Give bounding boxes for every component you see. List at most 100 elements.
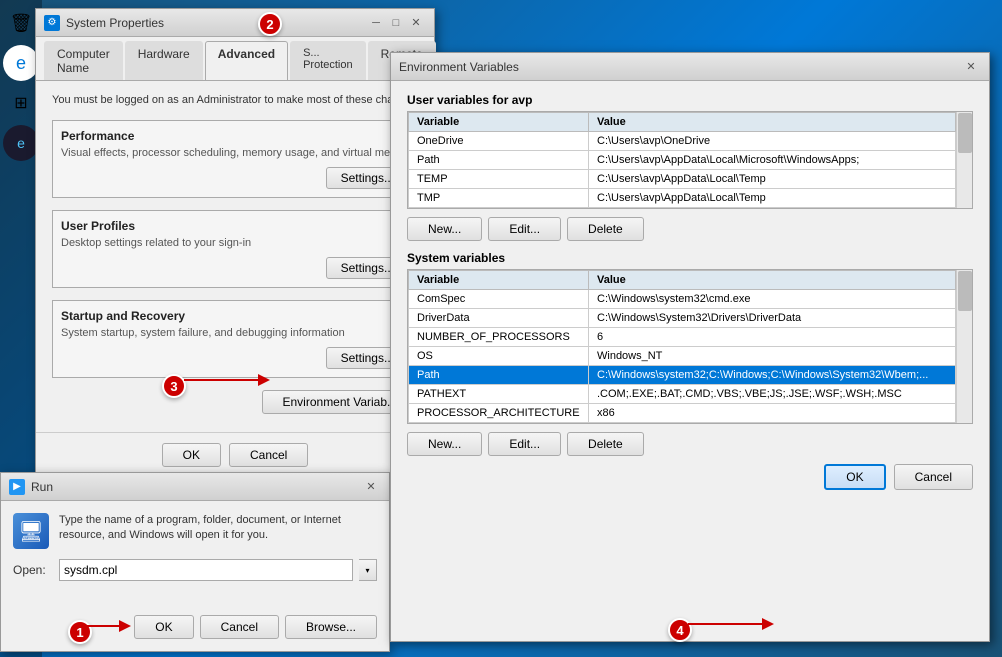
system-var-row[interactable]: ComSpecC:\Windows\system32\cmd.exe	[409, 290, 956, 309]
env-var-row: Environment Variab...	[52, 390, 418, 414]
run-ok-button[interactable]: OK	[134, 615, 193, 639]
microsoft-icon[interactable]: ⊞	[3, 85, 39, 121]
env-dialog-title: Environment Variables	[399, 60, 961, 74]
system-var-row[interactable]: PATHEXT.COM;.EXE;.BAT;.CMD;.VBS;.VBE;JS;…	[409, 385, 956, 404]
user-profiles-title: User Profiles	[61, 219, 409, 233]
env-dialog-content: User variables for avp Variable Value On…	[391, 81, 989, 502]
admin-info-text: You must be logged on as an Administrato…	[52, 93, 418, 108]
performance-section: Performance Visual effects, processor sc…	[52, 120, 418, 198]
user-var-row[interactable]: TEMPC:\Users\avp\AppData\Local\Temp	[409, 170, 956, 189]
user-edit-button[interactable]: Edit...	[488, 217, 561, 241]
user-var-variable: Path	[409, 151, 589, 170]
system-var-row[interactable]: OSWindows_NT	[409, 347, 956, 366]
sys-ok-button[interactable]: OK	[162, 443, 221, 467]
user-new-button[interactable]: New...	[407, 217, 482, 241]
minimize-button[interactable]: ─	[366, 13, 386, 33]
recycle-bin-icon[interactable]: 🗑	[3, 5, 39, 41]
user-val-col-header: Value	[589, 113, 956, 132]
user-vars-scrollbar[interactable]	[956, 112, 972, 208]
user-var-value: C:\Users\avp\AppData\Local\Microsoft\Win…	[589, 151, 956, 170]
user-vars-scrollbar-thumb[interactable]	[958, 113, 972, 153]
system-vars-scrollbar-thumb[interactable]	[958, 271, 972, 311]
edge-icon[interactable]: e	[3, 45, 39, 81]
env-ok-button[interactable]: OK	[824, 464, 885, 490]
system-var-value: C:\Windows\System32\Drivers\DriverData	[589, 309, 956, 328]
user-vars-label: User variables for avp	[407, 93, 973, 107]
arrow-3	[184, 369, 274, 391]
env-cancel-button[interactable]: Cancel	[894, 464, 973, 490]
sys-cancel-button[interactable]: Cancel	[229, 443, 308, 467]
environment-variables-dialog: Environment Variables ✕ User variables f…	[390, 52, 990, 642]
user-var-row[interactable]: PathC:\Users\avp\AppData\Local\Microsoft…	[409, 151, 956, 170]
run-browse-button[interactable]: Browse...	[285, 615, 377, 639]
user-var-value: C:\Users\avp\AppData\Local\Temp	[589, 170, 956, 189]
run-close-button[interactable]: ✕	[361, 477, 381, 497]
arrow-4	[688, 613, 778, 635]
run-top-section: 🖥 Type the name of a program, folder, do…	[13, 513, 377, 549]
sys-properties-titlebar[interactable]: ⚙ System Properties ─ □ ✕	[36, 9, 434, 37]
user-vars-table: Variable Value OneDriveC:\Users\avp\OneD…	[408, 112, 956, 208]
tab-computer-name[interactable]: Computer Name	[44, 41, 123, 80]
system-vars-table: Variable Value ComSpecC:\Windows\system3…	[408, 270, 956, 423]
edge2-icon[interactable]: e	[3, 125, 39, 161]
system-var-row[interactable]: PathC:\Windows\system32;C:\Windows;C:\Wi…	[409, 366, 956, 385]
arrow-1	[85, 615, 135, 637]
env-close-button[interactable]: ✕	[961, 57, 981, 77]
system-var-variable: PATHEXT	[409, 385, 589, 404]
tab-bar: Computer Name Hardware Advanced S... Pro…	[36, 37, 434, 81]
system-vars-label: System variables	[407, 251, 973, 265]
run-open-input[interactable]	[59, 559, 353, 581]
sys-var-col-header: Variable	[409, 271, 589, 290]
system-vars-table-container: Variable Value ComSpecC:\Windows\system3…	[408, 270, 956, 423]
system-vars-scrollbar[interactable]	[956, 270, 972, 423]
user-var-value: C:\Users\avp\OneDrive	[589, 132, 956, 151]
performance-desc: Visual effects, processor scheduling, me…	[61, 147, 409, 159]
user-delete-button[interactable]: Delete	[567, 217, 644, 241]
run-dialog-titlebar[interactable]: ▶ Run ✕	[1, 473, 389, 501]
close-button[interactable]: ✕	[406, 13, 426, 33]
startup-recovery-desc: System startup, system failure, and debu…	[61, 327, 409, 339]
system-var-variable: ComSpec	[409, 290, 589, 309]
user-vars-buttons: New... Edit... Delete	[407, 217, 973, 241]
tab-system-protection[interactable]: S... Protection	[290, 41, 366, 80]
system-var-variable: NUMBER_OF_PROCESSORS	[409, 328, 589, 347]
system-properties-dialog: ⚙ System Properties ─ □ ✕ Computer Name …	[35, 8, 435, 478]
run-open-label: Open:	[13, 563, 53, 577]
sys-properties-icon: ⚙	[44, 15, 60, 31]
system-var-value: .COM;.EXE;.BAT;.CMD;.VBS;.VBE;JS;.JSE;.W…	[589, 385, 956, 404]
run-dialog-icon: ▶	[9, 479, 25, 495]
user-var-variable: TMP	[409, 189, 589, 208]
user-var-value: C:\Users\avp\AppData\Local\Temp	[589, 189, 956, 208]
run-dropdown-button[interactable]: ▾	[359, 559, 377, 581]
system-var-value: C:\Windows\system32\cmd.exe	[589, 290, 956, 309]
system-var-value: Windows_NT	[589, 347, 956, 366]
sys-properties-title: System Properties	[66, 16, 366, 30]
maximize-button[interactable]: □	[386, 13, 406, 33]
sys-delete-button[interactable]: Delete	[567, 432, 644, 456]
sys-edit-button[interactable]: Edit...	[488, 432, 561, 456]
run-cancel-button[interactable]: Cancel	[200, 615, 279, 639]
system-var-row[interactable]: PROCESSOR_ARCHITECTUREx86	[409, 404, 956, 423]
sys-val-col-header: Value	[589, 271, 956, 290]
user-vars-table-wrapper: Variable Value OneDriveC:\Users\avp\OneD…	[407, 111, 973, 209]
env-dialog-titlebar[interactable]: Environment Variables ✕	[391, 53, 989, 81]
tab-hardware[interactable]: Hardware	[125, 41, 203, 80]
system-vars-table-wrapper: Variable Value ComSpecC:\Windows\system3…	[407, 269, 973, 424]
user-profiles-section: User Profiles Desktop settings related t…	[52, 210, 418, 288]
system-var-variable: OS	[409, 347, 589, 366]
tab-advanced[interactable]: Advanced	[205, 41, 288, 80]
user-var-variable: OneDrive	[409, 132, 589, 151]
system-vars-buttons: New... Edit... Delete	[407, 432, 973, 456]
user-var-row[interactable]: TMPC:\Users\avp\AppData\Local\Temp	[409, 189, 956, 208]
annotation-2: 2	[258, 12, 282, 36]
run-icon: 🖥	[13, 513, 49, 549]
system-var-variable: PROCESSOR_ARCHITECTURE	[409, 404, 589, 423]
run-input-row: Open: ▾	[13, 559, 377, 581]
env-dialog-buttons: OK Cancel	[407, 464, 973, 490]
user-var-row[interactable]: OneDriveC:\Users\avp\OneDrive	[409, 132, 956, 151]
system-var-variable: Path	[409, 366, 589, 385]
system-var-row[interactable]: NUMBER_OF_PROCESSORS6	[409, 328, 956, 347]
sys-new-button[interactable]: New...	[407, 432, 482, 456]
system-var-row[interactable]: DriverDataC:\Windows\System32\Drivers\Dr…	[409, 309, 956, 328]
user-var-col-header: Variable	[409, 113, 589, 132]
